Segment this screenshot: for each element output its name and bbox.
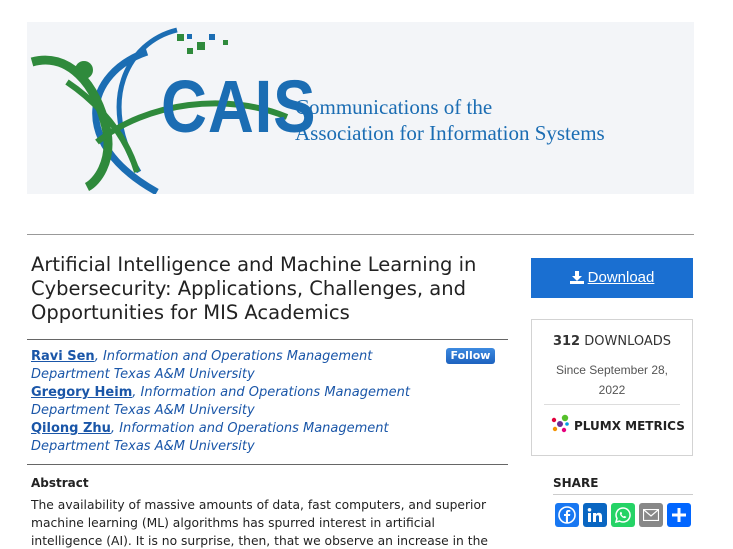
plumx-label: PLUMX METRICS	[574, 419, 685, 433]
tagline-line1: Communications of the	[295, 95, 493, 119]
author-link[interactable]: Ravi Sen	[31, 349, 95, 364]
header-divider	[27, 234, 694, 235]
abstract-text: The availability of massive amounts of d…	[31, 498, 488, 548]
download-count-number: 312	[552, 334, 581, 349]
cais-logo-text: CAIS	[161, 65, 317, 148]
share-icon[interactable]	[667, 503, 691, 527]
whatsapp-icon[interactable]	[611, 503, 635, 527]
author-entry: Qilong Zhu, Information and Operations M…	[31, 421, 389, 454]
share-heading: SHARE	[553, 476, 599, 490]
download-stats: 312 DOWNLOADS Since September 28, 2022 P…	[531, 319, 693, 456]
share-divider	[553, 494, 693, 495]
stats-divider	[544, 404, 680, 405]
download-button[interactable]: Download	[531, 258, 693, 298]
follow-button[interactable]: Follow	[446, 348, 495, 364]
authors-divider	[27, 464, 508, 465]
author-list: Ravi Sen, Information and Operations Man…	[31, 348, 431, 456]
email-icon[interactable]	[639, 503, 663, 527]
author-entry: Gregory Heim, Information and Operations…	[31, 385, 410, 418]
article-title: Artificial Intelligence and Machine Lear…	[31, 253, 477, 324]
download-icon	[569, 271, 584, 284]
journal-banner[interactable]: CAIS Communications of the Association f…	[27, 22, 694, 194]
plumx-icon	[551, 414, 569, 433]
downloads-since: Since September 28, 2022	[555, 363, 669, 397]
download-count-label: DOWNLOADS	[584, 334, 672, 349]
journal-name: Communications of the Association for In…	[295, 94, 605, 146]
author-link[interactable]: Qilong Zhu	[31, 421, 111, 436]
share-buttons	[555, 503, 691, 527]
facebook-icon[interactable]	[555, 503, 579, 527]
author-link[interactable]: Gregory Heim	[31, 385, 132, 400]
title-divider	[27, 339, 508, 340]
tagline-line2: Association for Information Systems	[295, 121, 605, 145]
download-count: 312 DOWNLOADS	[532, 334, 692, 349]
abstract-heading: Abstract	[31, 476, 89, 490]
author-entry: Ravi Sen, Information and Operations Man…	[31, 349, 373, 382]
linkedin-icon[interactable]	[583, 503, 607, 527]
download-label: Download	[587, 269, 655, 286]
